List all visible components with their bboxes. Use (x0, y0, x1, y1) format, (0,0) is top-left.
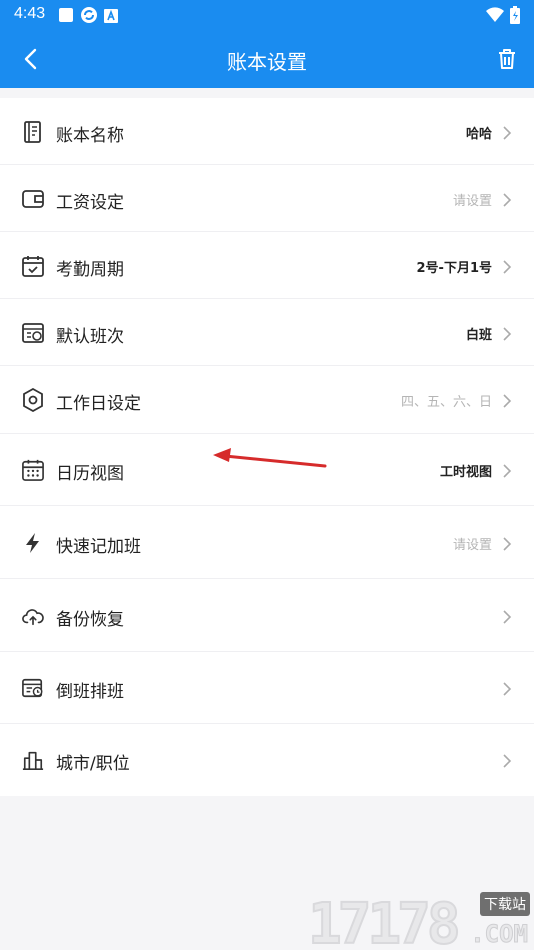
chevron-right-icon (502, 609, 512, 624)
ledger-icon (22, 120, 44, 143)
settings-row-8[interactable]: 备份恢复 (0, 579, 534, 652)
status-icons-left (58, 6, 118, 28)
settings-row-3[interactable]: 考勤周期 2号-下月1号 (0, 232, 534, 299)
status-bar: 4:43 (0, 0, 534, 30)
stop-icon (58, 7, 74, 27)
settings-row-9[interactable]: 倒班排班 (0, 652, 534, 724)
watermark-logo: 17178 下载站 .COM (307, 888, 534, 950)
settings-value: 2号-下月1号 (416, 260, 493, 276)
chevron-right-icon (502, 259, 512, 274)
calendar-check-icon (22, 255, 44, 277)
settings-row-5[interactable]: 工作日设定 四、五、六、日 (0, 366, 534, 434)
chevron-right-icon (502, 681, 512, 696)
chevron-right-icon (502, 192, 512, 207)
status-time: 4:43 (14, 5, 46, 22)
chevron-right-icon (502, 326, 512, 341)
chevron-right-icon (502, 125, 512, 140)
cloud-upload-icon (22, 605, 44, 627)
shift-schedule-icon (22, 322, 44, 344)
sync-icon (80, 6, 98, 28)
page-title: 账本设置 (227, 50, 307, 74)
settings-row-7[interactable]: 快速记加班 请设置 (0, 506, 534, 579)
lightning-icon (22, 532, 44, 554)
battery-charging-icon (510, 6, 520, 28)
settings-row-2[interactable]: 工资设定 请设置 (0, 165, 534, 232)
chevron-right-icon (502, 463, 512, 478)
settings-value: 白班 (465, 327, 492, 343)
settings-label: 快速记加班 (56, 536, 141, 557)
calendar-grid-icon (22, 459, 44, 481)
settings-value: 请设置 (452, 537, 492, 553)
watermark-domain: .COM (470, 920, 529, 949)
watermark-tag: 下载站 (480, 892, 530, 916)
settings-value: 请设置 (452, 193, 492, 209)
settings-row-1[interactable]: 账本名称 哈哈 (0, 98, 534, 165)
settings-label: 倒班排班 (56, 682, 124, 702)
settings-row-10[interactable]: 城市/职位 (0, 724, 534, 796)
wallet-icon (22, 188, 44, 210)
status-icons-right (486, 6, 520, 28)
settings-label: 考勤周期 (56, 259, 124, 280)
app-bar: 账本设置 (0, 30, 534, 88)
chevron-right-icon (502, 536, 512, 551)
wifi-icon (486, 7, 504, 27)
settings-label: 账本名称 (56, 125, 124, 146)
city-icon (22, 749, 44, 771)
settings-label: 城市/职位 (56, 754, 130, 774)
settings-value: 工时视图 (439, 465, 492, 480)
annotation-arrow (213, 448, 327, 468)
a-badge-icon (104, 8, 118, 27)
watermark-digits: 17178 (307, 891, 462, 950)
hexagon-settings-icon (22, 388, 44, 412)
settings-value: 四、五、六、日 (400, 395, 492, 410)
settings-row-4[interactable]: 默认班次 白班 (0, 299, 534, 366)
trash-icon (499, 49, 515, 69)
settings-label: 备份恢复 (56, 609, 124, 630)
chevron-right-icon (502, 753, 512, 768)
chevron-right-icon (502, 393, 512, 408)
settings-label: 工资设定 (56, 192, 124, 213)
delete-button[interactable] (492, 44, 522, 74)
settings-label: 默认班次 (56, 326, 124, 347)
settings-label: 工作日设定 (56, 394, 141, 414)
settings-value: 哈哈 (465, 126, 492, 142)
calendar-rotate-icon (22, 677, 44, 699)
settings-label: 日历视图 (56, 464, 124, 484)
